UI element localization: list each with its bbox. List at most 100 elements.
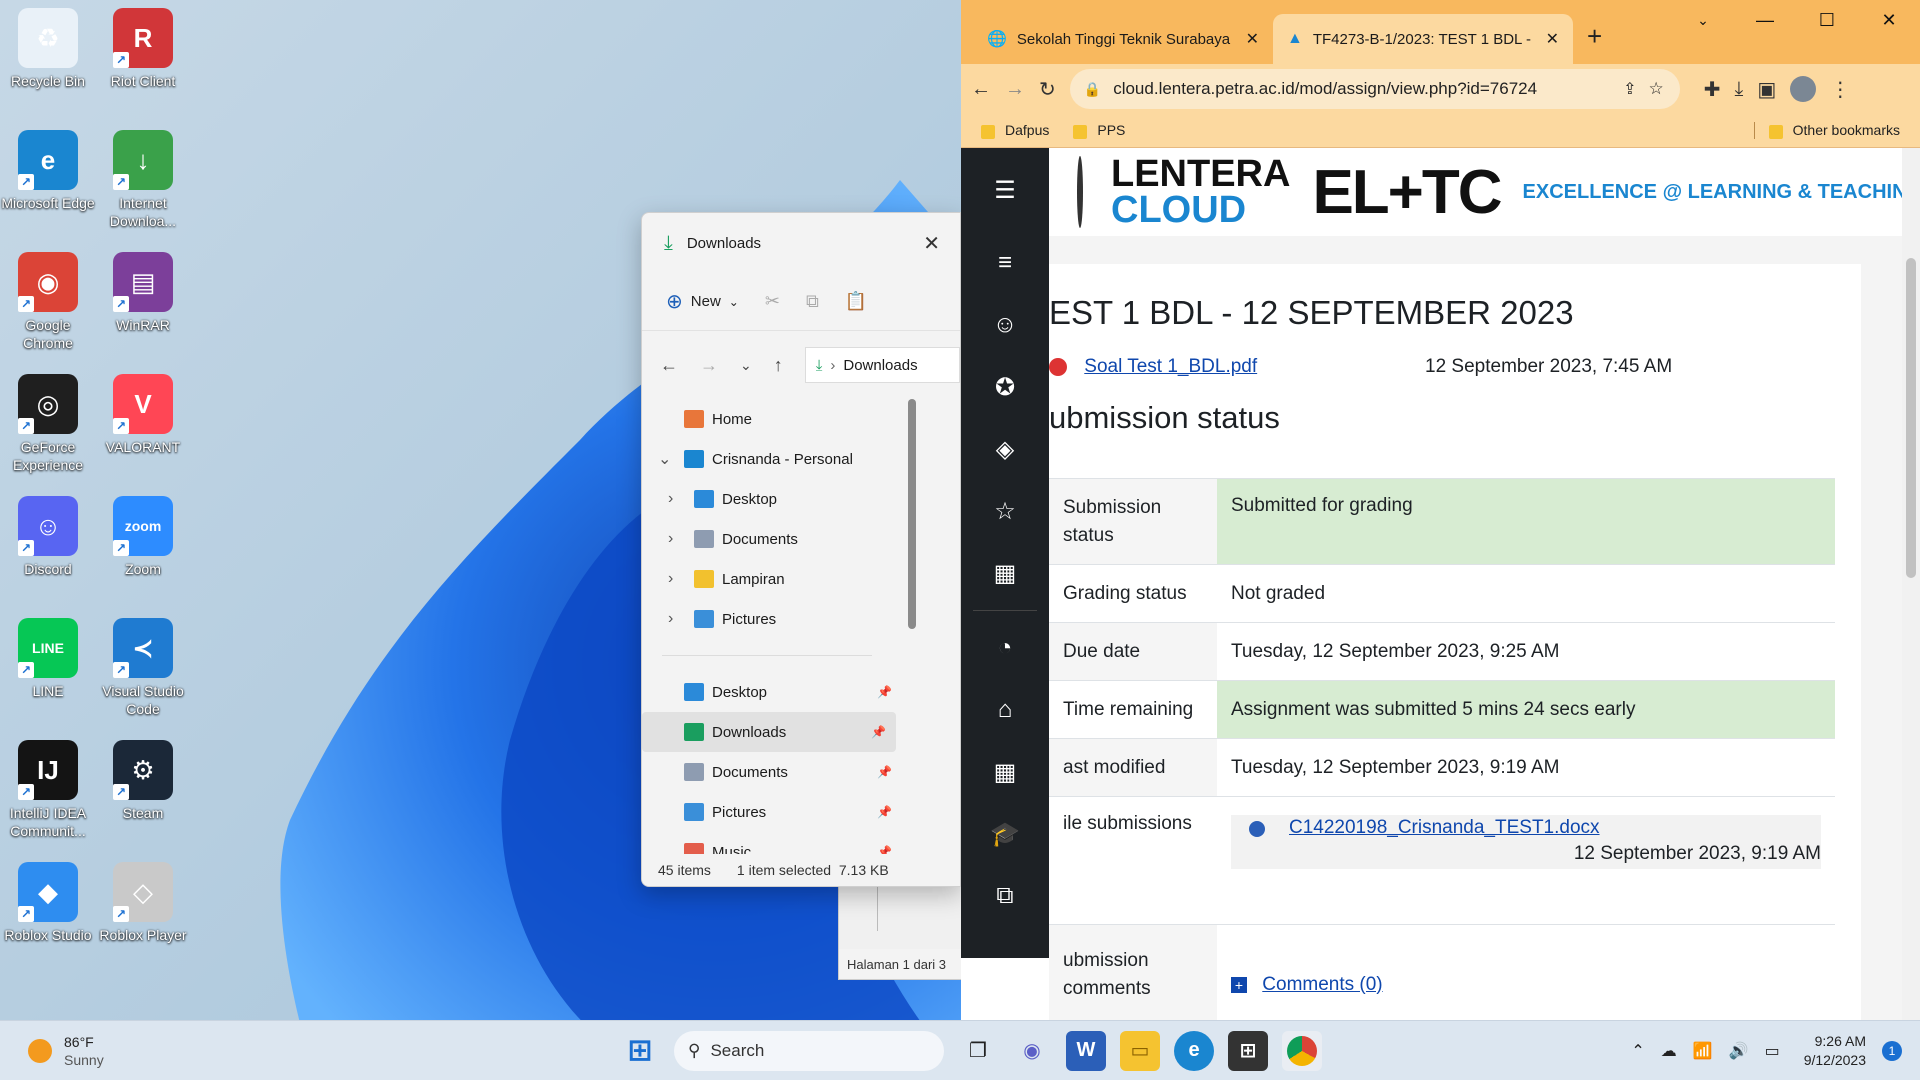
back-icon[interactable]: ← bbox=[971, 78, 991, 101]
nav-tree-item[interactable]: ⌄ Crisnanda - Personal bbox=[642, 439, 902, 479]
close-window-icon[interactable]: ✕ bbox=[1858, 0, 1920, 40]
recent-chevron-icon[interactable]: ⌄ bbox=[740, 357, 752, 374]
quick-access-item[interactable]: Desktop 📌 bbox=[642, 672, 902, 712]
paste-icon[interactable]: 📋 bbox=[845, 291, 867, 312]
download-icon[interactable]: ⤓ bbox=[1735, 78, 1744, 101]
desktop-icon[interactable]: R ↗ Riot Client bbox=[95, 8, 191, 90]
nav-tree-item[interactable]: › Desktop bbox=[642, 479, 902, 519]
extensions-icon[interactable]: ✚ bbox=[1704, 77, 1721, 102]
other-bookmarks[interactable]: Other bookmarks bbox=[1753, 122, 1900, 139]
chevron-up-icon[interactable]: ⌃ bbox=[1631, 1041, 1644, 1061]
word-icon[interactable]: W bbox=[1066, 1030, 1106, 1071]
desktop-icon[interactable]: IJ ↗ IntelliJ IDEA Communit... bbox=[0, 740, 96, 840]
pin-icon[interactable]: 📌 bbox=[877, 765, 892, 779]
minimize-icon[interactable]: — bbox=[1734, 0, 1796, 40]
onedrive-icon[interactable]: ☁ bbox=[1661, 1041, 1677, 1061]
page-scrollbar[interactable] bbox=[1902, 148, 1920, 1020]
forward-icon[interactable]: → bbox=[1005, 78, 1025, 101]
copy-icon[interactable]: ⧉ bbox=[806, 291, 819, 312]
tab-lentera[interactable]: ▲ TF4273-B-1/2023: TEST 1 BDL - 1 ✕ bbox=[1273, 14, 1573, 64]
quick-access-item[interactable]: Pictures 📌 bbox=[642, 792, 902, 832]
bookmark-dafpus[interactable]: Dafpus bbox=[981, 122, 1049, 139]
desktop-icon[interactable]: ☺ ↗ Discord bbox=[0, 496, 96, 578]
file-explorer-window[interactable]: ⤓ Downloads ✕ ⊕ New ⌄ ✂ ⧉ 📋 ← → ⌄ ↑ ⤓ › … bbox=[641, 212, 961, 887]
chevron-icon[interactable]: ⌄ bbox=[658, 449, 684, 469]
clock[interactable]: 9:26 AM 9/12/2023 bbox=[1804, 1032, 1866, 1070]
url-bar[interactable]: 🔒 cloud.lentera.petra.ac.id/mod/assign/v… bbox=[1069, 69, 1680, 109]
pin-icon[interactable]: 📌 bbox=[871, 725, 886, 739]
desktop-icon[interactable]: e ↗ Microsoft Edge bbox=[0, 130, 96, 212]
word-window-edge[interactable]: Halaman 1 dari 3 bbox=[838, 880, 962, 980]
volume-icon[interactable]: 🔊 bbox=[1729, 1041, 1749, 1061]
participants-icon[interactable]: ☺ bbox=[961, 294, 1049, 356]
comments-link[interactable]: Comments (0) bbox=[1262, 974, 1382, 995]
reload-icon[interactable]: ↻ bbox=[1039, 77, 1056, 102]
quick-access-item[interactable]: Documents 📌 bbox=[642, 752, 902, 792]
close-icon[interactable]: ✕ bbox=[1246, 29, 1259, 49]
address-bar[interactable]: ⤓ › Downloads bbox=[804, 347, 960, 383]
menu-kebab-icon[interactable]: ⋮ bbox=[1830, 77, 1850, 102]
chat-icon[interactable]: ◉ bbox=[1012, 1031, 1052, 1071]
desktop-icon[interactable]: ▤ ↗ WinRAR bbox=[95, 252, 191, 334]
chevron-icon[interactable]: › bbox=[668, 610, 694, 628]
desktop-icon[interactable]: V ↗ VALORANT bbox=[95, 374, 191, 456]
desktop-icon[interactable]: LINE ↗ LINE bbox=[0, 618, 96, 700]
desktop-icon[interactable]: ◎ ↗ GeForce Experience bbox=[0, 374, 96, 474]
star-icon[interactable]: ☆ bbox=[961, 480, 1049, 542]
forward-icon[interactable]: → bbox=[700, 355, 718, 376]
back-icon[interactable]: ← bbox=[660, 355, 678, 376]
close-icon[interactable]: ✕ bbox=[923, 231, 940, 256]
list-icon[interactable]: ≡ bbox=[961, 232, 1049, 294]
battery-icon[interactable]: ▭ bbox=[1765, 1041, 1780, 1061]
file-explorer-icon[interactable]: ▭ bbox=[1120, 1030, 1160, 1071]
nav-tree-item[interactable]: › Pictures bbox=[642, 599, 902, 639]
layers-icon[interactable]: ◈ bbox=[961, 418, 1049, 480]
desktop-icon[interactable]: ♻ Recycle Bin bbox=[0, 8, 96, 90]
quick-access-item[interactable]: Downloads 📌 bbox=[642, 712, 896, 752]
up-icon[interactable]: ↑ bbox=[774, 355, 783, 376]
notification-badge[interactable]: 1 bbox=[1882, 1040, 1902, 1061]
hamburger-menu-icon[interactable]: ☰ bbox=[961, 148, 1049, 232]
store-icon[interactable]: ⊞ bbox=[1228, 1030, 1268, 1071]
share-icon[interactable]: ⇪ bbox=[1623, 79, 1636, 99]
edge-icon[interactable]: e bbox=[1174, 1030, 1214, 1071]
star-icon[interactable]: ☆ bbox=[1649, 79, 1664, 99]
nav-tree-item[interactable]: › Documents bbox=[642, 519, 902, 559]
dashboard-icon[interactable]: ◔ bbox=[961, 617, 1049, 679]
book-icon[interactable]: ▦ bbox=[961, 542, 1049, 604]
calendar-icon[interactable]: ▦ bbox=[961, 741, 1049, 803]
chrome-icon[interactable] bbox=[1282, 1030, 1322, 1071]
avatar[interactable] bbox=[1790, 76, 1817, 102]
desktop-icon[interactable]: ◉ ↗ Google Chrome bbox=[0, 252, 96, 352]
badges-icon[interactable]: ✪ bbox=[961, 356, 1049, 418]
desktop-icon[interactable]: zoom ↗ Zoom bbox=[95, 496, 191, 578]
maximize-icon[interactable]: ☐ bbox=[1796, 0, 1858, 40]
wifi-icon[interactable]: 📶 bbox=[1693, 1041, 1713, 1061]
attachment-link[interactable]: Soal Test 1_BDL.pdf bbox=[1084, 356, 1257, 377]
tab-search-icon[interactable]: ⌄ bbox=[1672, 0, 1734, 40]
close-icon[interactable]: ✕ bbox=[1546, 29, 1559, 49]
nav-tree-item[interactable]: › Lampiran bbox=[642, 559, 902, 599]
chrome-window[interactable]: 🌐 Sekolah Tinggi Teknik Surabaya ✕ ▲ TF4… bbox=[961, 0, 1920, 1020]
pin-icon[interactable]: 📌 bbox=[877, 685, 892, 699]
bookmark-pps[interactable]: PPS bbox=[1073, 122, 1125, 139]
nav-tree-item[interactable]: Home bbox=[642, 399, 902, 439]
desktop-icon[interactable]: ◇ ↗ Roblox Player bbox=[95, 862, 191, 944]
taskbar-search[interactable]: ⚲ Search bbox=[674, 1030, 944, 1071]
new-tab-icon[interactable]: + bbox=[1573, 21, 1616, 64]
files-icon[interactable]: ⧉ bbox=[961, 865, 1049, 927]
desktop-icon[interactable]: ◆ ↗ Roblox Studio bbox=[0, 862, 96, 944]
chevron-icon[interactable]: › bbox=[668, 530, 694, 548]
chevron-icon[interactable]: › bbox=[668, 490, 694, 508]
desktop-icon[interactable]: ⚙ ↗ Steam bbox=[95, 740, 191, 822]
desktop-icon[interactable]: ↓ ↗ Internet Downloa... bbox=[95, 130, 191, 230]
graduation-cap-icon[interactable]: 🎓 bbox=[961, 803, 1049, 865]
side-panel-icon[interactable]: ▣ bbox=[1757, 77, 1776, 102]
start-icon[interactable]: ⊞ bbox=[620, 1031, 660, 1071]
task-view-icon[interactable]: ❐ bbox=[958, 1031, 998, 1071]
scroll-thumb[interactable] bbox=[1906, 258, 1916, 578]
home-icon[interactable]: ⌂ bbox=[961, 679, 1049, 741]
new-button[interactable]: ⊕ New ⌄ bbox=[666, 289, 739, 314]
nav-scrollbar[interactable] bbox=[908, 399, 916, 629]
pin-icon[interactable]: 📌 bbox=[877, 805, 892, 819]
